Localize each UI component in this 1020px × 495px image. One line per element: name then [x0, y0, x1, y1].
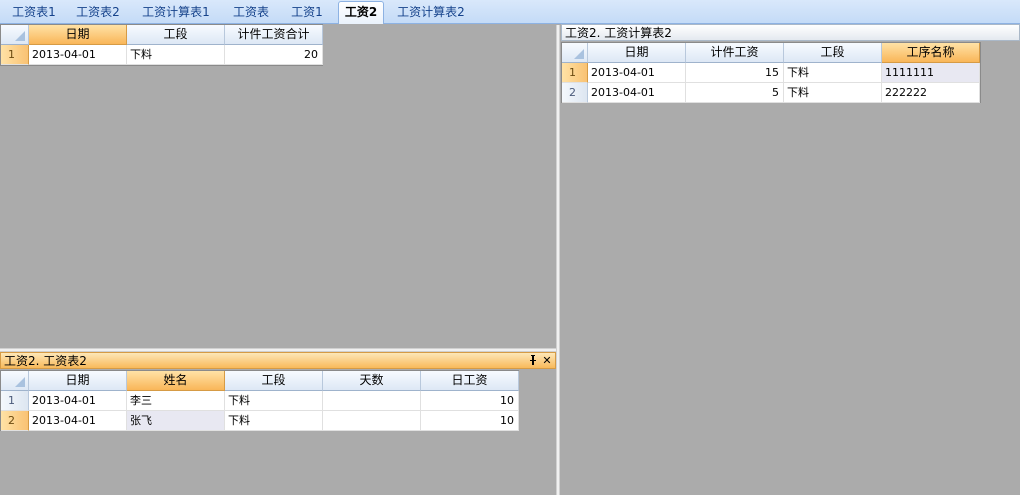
cell-section[interactable]: 下料 [225, 411, 323, 431]
cell-date[interactable]: 2013-04-01 [588, 83, 686, 103]
tab-gongzijisuanbiao1[interactable]: 工资计算表1 [136, 2, 216, 23]
cell-days[interactable] [323, 411, 421, 431]
grid-corner-select-all[interactable] [562, 43, 588, 63]
column-header-daily-wage[interactable]: 日工资 [421, 371, 519, 391]
cell-date[interactable]: 2013-04-01 [588, 63, 686, 83]
column-header-date[interactable]: 日期 [588, 43, 686, 63]
cell-process-name[interactable]: 1111111 [882, 63, 980, 83]
column-header-days[interactable]: 天数 [323, 371, 421, 391]
cell-piece-wage[interactable]: 15 [686, 63, 784, 83]
row-number[interactable]: 1 [1, 45, 29, 65]
column-header-section[interactable]: 工段 [784, 43, 882, 63]
calc-grid: 日期 计件工资 工段 工序名称 1 2013-04-01 15 下料 11111… [561, 42, 981, 103]
cell-section[interactable]: 下料 [225, 391, 323, 411]
row-number[interactable]: 2 [562, 83, 588, 103]
cell-daily-wage[interactable]: 10 [421, 391, 519, 411]
grid-corner-select-all[interactable] [1, 25, 29, 45]
panel-title-salary[interactable]: 工资2. 工资表2 ✕ [0, 352, 556, 369]
cell-date[interactable]: 2013-04-01 [29, 45, 127, 65]
tab-bar: 工资表1 工资表2 工资计算表1 工资表 工资1 工资2 工资计算表2 [0, 0, 1020, 24]
column-header-piece-wage[interactable]: 计件工资 [686, 43, 784, 63]
tab-gongzi2[interactable]: 工资2 [338, 1, 384, 24]
grid-corner-select-all[interactable] [1, 371, 29, 391]
cell-section[interactable]: 下料 [784, 83, 882, 103]
tab-gongzijisuanbiao2[interactable]: 工资计算表2 [391, 2, 471, 23]
panel-title-text: 工资2. 工资表2 [4, 354, 87, 368]
cell-daily-wage[interactable]: 10 [421, 411, 519, 431]
cell-process-name[interactable]: 222222 [882, 83, 980, 103]
column-header-section[interactable]: 工段 [225, 371, 323, 391]
cell-piece-wage-total[interactable]: 20 [225, 45, 323, 65]
cell-date[interactable]: 2013-04-01 [29, 391, 127, 411]
panel-title-calc[interactable]: 工资2. 工资计算表2 [561, 24, 1020, 41]
close-icon[interactable]: ✕ [541, 354, 553, 367]
column-header-date[interactable]: 日期 [29, 25, 127, 45]
cell-piece-wage[interactable]: 5 [686, 83, 784, 103]
row-number[interactable]: 2 [1, 411, 29, 431]
tab-gongzibiao1[interactable]: 工资表1 [6, 2, 62, 23]
column-header-name[interactable]: 姓名 [127, 371, 225, 391]
cell-name[interactable]: 李三 [127, 391, 225, 411]
vertical-splitter[interactable] [556, 25, 560, 495]
row-number[interactable]: 1 [562, 63, 588, 83]
summary-grid: 日期 工段 计件工资合计 1 2013-04-01 下料 20 [0, 24, 323, 66]
tab-gongzi1[interactable]: 工资1 [284, 2, 330, 23]
cell-name[interactable]: 张飞 [127, 411, 225, 431]
column-header-piece-wage-total[interactable]: 计件工资合计 [225, 25, 323, 45]
tab-gongzibiao[interactable]: 工资表 [226, 2, 276, 23]
column-header-process-name[interactable]: 工序名称 [882, 43, 980, 63]
cell-days[interactable] [323, 391, 421, 411]
row-number[interactable]: 1 [1, 391, 29, 411]
cell-section[interactable]: 下料 [127, 45, 225, 65]
cell-date[interactable]: 2013-04-01 [29, 411, 127, 431]
column-header-date[interactable]: 日期 [29, 371, 127, 391]
salary-grid: 日期 姓名 工段 天数 日工资 1 2013-04-01 李三 下料 10 2 … [0, 370, 519, 431]
column-header-section[interactable]: 工段 [127, 25, 225, 45]
cell-section[interactable]: 下料 [784, 63, 882, 83]
pin-icon[interactable] [527, 354, 539, 367]
tab-gongzibiao2[interactable]: 工资表2 [70, 2, 126, 23]
